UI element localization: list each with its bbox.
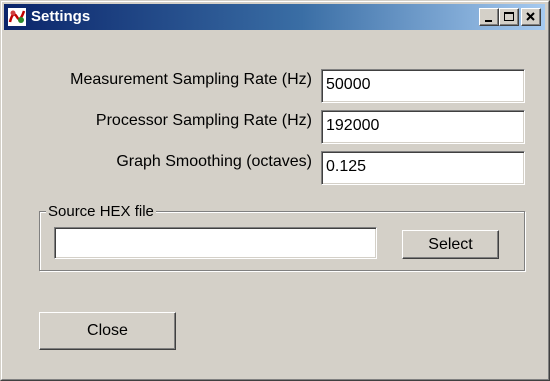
- source-hex-input[interactable]: [54, 227, 377, 259]
- close-window-button[interactable]: [521, 8, 541, 26]
- measurement-rate-label: Measurement Sampling Rate (Hz): [70, 71, 312, 88]
- window-title: Settings: [31, 8, 91, 25]
- close-icon: [526, 12, 535, 21]
- processor-rate-input[interactable]: 192000: [321, 110, 525, 144]
- settings-window: Settings Measurement Sampling Rate (Hz) …: [0, 0, 550, 381]
- minimize-button[interactable]: [479, 8, 499, 26]
- graph-smoothing-input[interactable]: 0.125: [321, 151, 525, 185]
- graph-smoothing-label: Graph Smoothing (octaves): [116, 153, 312, 170]
- source-hex-legend: Source HEX file: [46, 203, 156, 220]
- maximize-button[interactable]: [499, 8, 519, 26]
- minimize-icon: [485, 20, 492, 22]
- close-button[interactable]: Close: [39, 312, 176, 350]
- app-logo-icon: [8, 8, 26, 26]
- title-bar[interactable]: Settings: [4, 4, 545, 30]
- measurement-rate-input[interactable]: 50000: [321, 69, 525, 103]
- processor-rate-label: Processor Sampling Rate (Hz): [95, 112, 312, 129]
- select-button[interactable]: Select: [402, 230, 499, 259]
- maximize-icon: [504, 12, 514, 21]
